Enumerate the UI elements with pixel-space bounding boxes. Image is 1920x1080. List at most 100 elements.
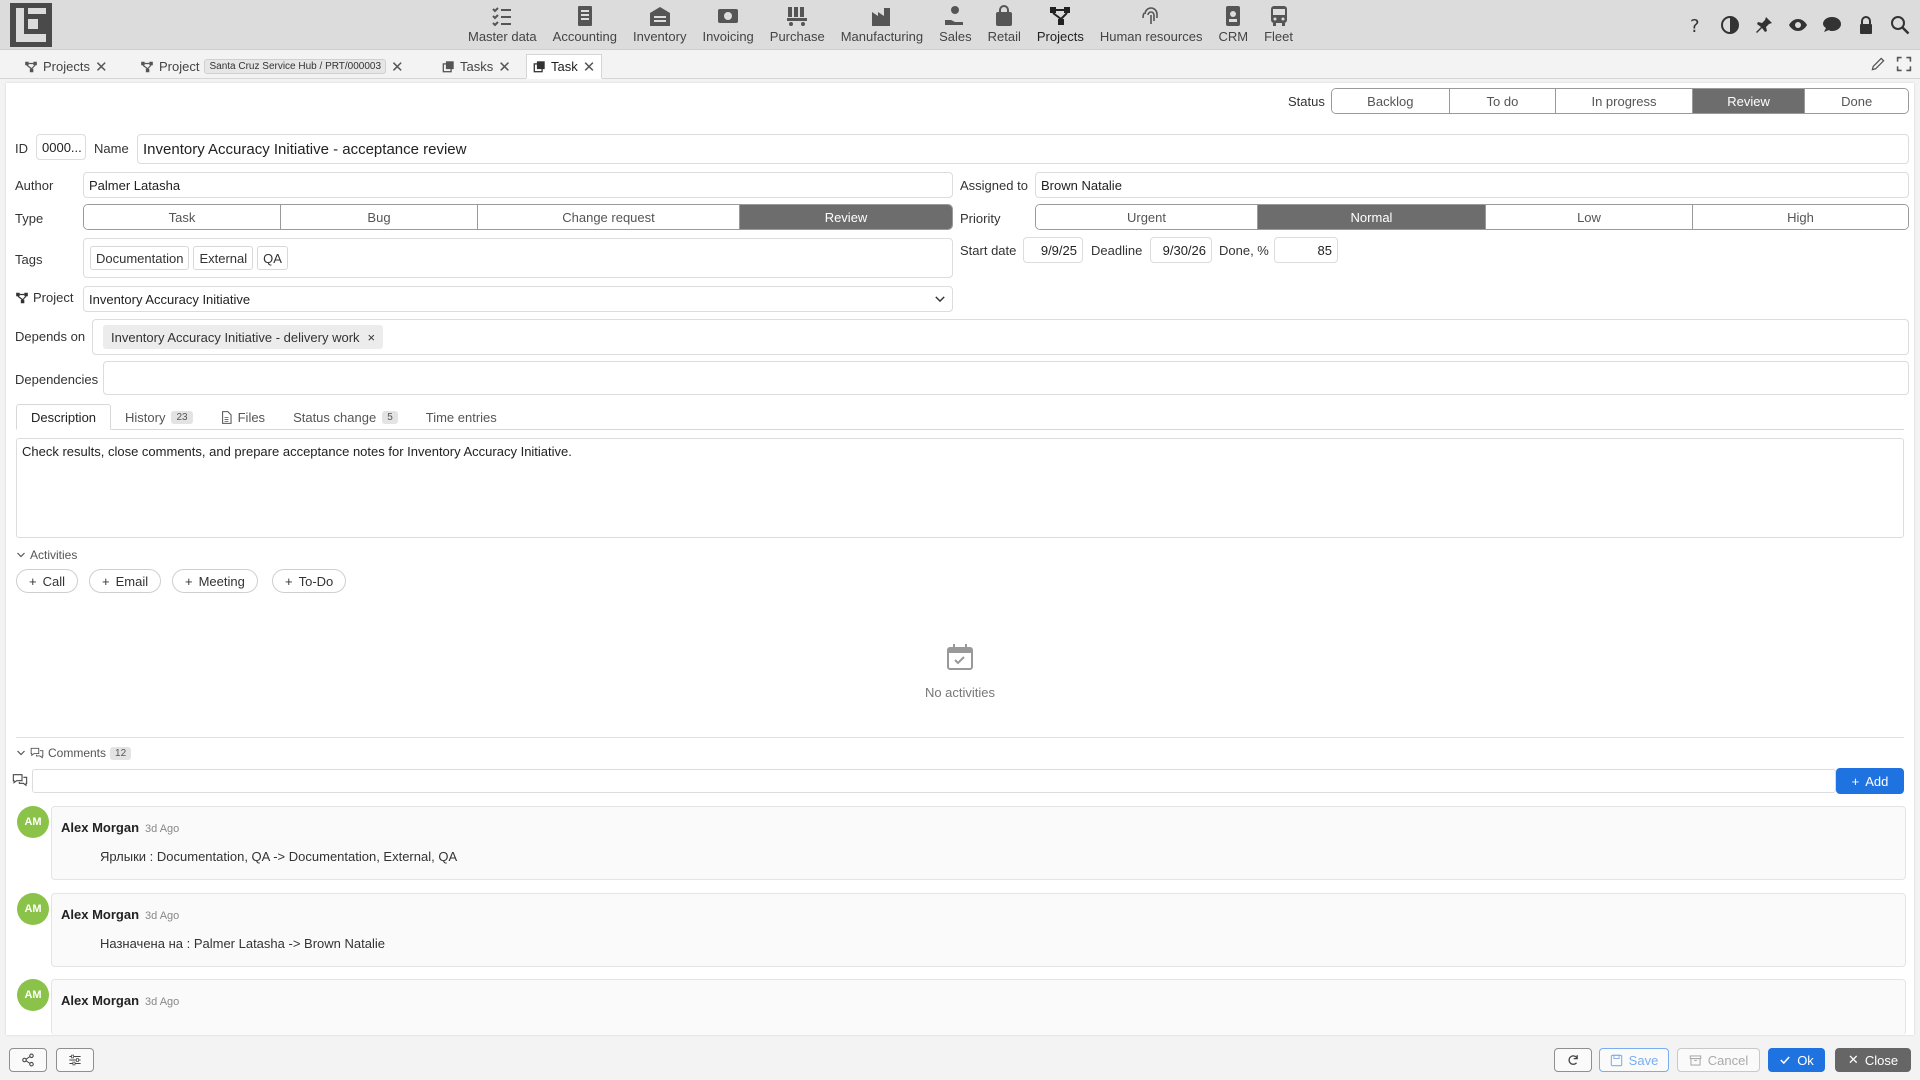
start-date-field[interactable]: 9/9/25 — [1023, 237, 1083, 263]
module-projects[interactable]: Projects — [1029, 0, 1092, 50]
module-crm[interactable]: CRM — [1210, 0, 1256, 50]
add-comment-button[interactable]: + Add — [1836, 768, 1904, 794]
done-percent-field[interactable]: 85 — [1274, 237, 1338, 263]
badge-icon — [1226, 6, 1241, 26]
module-accounting[interactable]: Accounting — [545, 0, 625, 50]
comment-author: Alex Morgan 3d Ago — [61, 820, 180, 835]
calendar-check-icon — [946, 643, 974, 674]
deadline-field[interactable]: 9/30/26 — [1150, 237, 1212, 263]
tag-chip[interactable]: QA — [257, 246, 288, 270]
description-textarea[interactable]: Check results, close comments, and prepa… — [16, 438, 1904, 538]
module-sales[interactable]: Sales — [931, 0, 980, 50]
tab-history[interactable]: History 23 — [111, 404, 207, 430]
depends-on-field[interactable]: Inventory Accuracy Initiative - delivery… — [92, 319, 1909, 355]
type-change-request[interactable]: Change request — [478, 205, 740, 229]
module-master-data[interactable]: Master data — [460, 0, 545, 50]
priority-high[interactable]: High — [1693, 205, 1908, 229]
project-label-wrap: Project — [15, 290, 73, 305]
tab-project[interactable]: Project Santa Cruz Service Hub / PRT/000… — [134, 54, 410, 79]
type-task[interactable]: Task — [84, 205, 281, 229]
app-logo-icon[interactable] — [10, 3, 52, 47]
fullscreen-icon[interactable] — [1896, 56, 1912, 72]
factory-icon — [871, 8, 890, 26]
bag-icon — [996, 5, 1013, 26]
close-button[interactable]: ✕ Close — [1835, 1048, 1911, 1072]
module-purchase[interactable]: Purchase — [762, 0, 833, 50]
priority-low[interactable]: Low — [1486, 205, 1693, 229]
cancel-button[interactable]: Cancel — [1677, 1048, 1760, 1072]
depends-on-chip-label: Inventory Accuracy Initiative - delivery… — [111, 329, 360, 345]
module-retail[interactable]: Retail — [980, 0, 1029, 50]
type-bug[interactable]: Bug — [281, 205, 478, 229]
tab-description[interactable]: Description — [16, 404, 112, 430]
tab-status-change[interactable]: Status change 5 — [279, 404, 412, 430]
close-tab-icon[interactable]: ✕ — [583, 58, 596, 76]
project-label: Project — [33, 290, 74, 305]
activities-header[interactable]: Activities — [16, 548, 77, 562]
help-icon[interactable]: ? — [1684, 13, 1708, 37]
lock-icon[interactable] — [1854, 13, 1878, 37]
status-to-do[interactable]: To do — [1449, 89, 1557, 113]
avatar: AM — [17, 806, 49, 838]
priority-normal[interactable]: Normal — [1258, 205, 1486, 229]
pin-icon[interactable] — [1752, 13, 1776, 37]
comment-body: Alex Morgan 3d Ago Ярлыки : Documentation… — [51, 806, 1906, 880]
search-icon[interactable] — [1888, 13, 1912, 37]
status-backlog[interactable]: Backlog — [1332, 89, 1450, 113]
id-field[interactable]: 0000... — [36, 134, 86, 160]
save-button[interactable]: Save — [1599, 1048, 1669, 1072]
theme-contrast-icon[interactable] — [1718, 13, 1742, 37]
module-fleet[interactable]: Fleet — [1256, 0, 1301, 50]
ok-button[interactable]: Ok — [1768, 1048, 1825, 1072]
comments-icon — [30, 747, 44, 759]
author-field[interactable]: Palmer Latasha — [83, 172, 953, 198]
close-tab-icon[interactable]: ✕ — [95, 58, 108, 76]
tab-files[interactable]: Files — [207, 404, 279, 430]
tag-chip[interactable]: Documentation — [90, 246, 190, 270]
status-review[interactable]: Review — [1692, 89, 1806, 113]
module-manufacturing[interactable]: Manufacturing — [833, 0, 931, 50]
share-button[interactable] — [9, 1048, 47, 1072]
comment-input[interactable] — [32, 769, 1836, 793]
status-done[interactable]: Done — [1805, 89, 1908, 113]
chat-icon[interactable] — [1820, 13, 1844, 37]
assigned-label: Assigned to — [960, 178, 1028, 193]
close-icon: ✕ — [1847, 1052, 1859, 1067]
comments-header[interactable]: Comments 12 — [16, 746, 132, 760]
add-email-button[interactable]: + Email — [89, 569, 162, 593]
tab-tasks[interactable]: Tasks ✕ — [436, 54, 517, 79]
add-meeting-button[interactable]: + Meeting — [172, 569, 258, 593]
eye-icon[interactable] — [1786, 13, 1810, 37]
priority-urgent[interactable]: Urgent — [1036, 205, 1258, 229]
type-review[interactable]: Review — [740, 205, 952, 229]
refresh-button[interactable] — [1554, 1048, 1592, 1072]
close-tab-icon[interactable]: ✕ — [498, 58, 511, 76]
add-call-button[interactable]: + Call — [16, 569, 78, 593]
bus-icon — [1270, 6, 1287, 26]
module-invoicing[interactable]: Invoicing — [694, 0, 761, 50]
project-select[interactable]: Inventory Accuracy Initiative — [83, 286, 953, 312]
history-count-badge: 23 — [171, 410, 193, 424]
status-in-progress[interactable]: In progress — [1556, 89, 1693, 113]
module-human-resources[interactable]: Human resources — [1092, 0, 1211, 50]
copy-icon — [442, 61, 454, 73]
tag-chip[interactable]: External — [193, 246, 254, 270]
tab-task[interactable]: Task ✕ — [526, 54, 603, 79]
name-field[interactable]: Inventory Accuracy Initiative - acceptan… — [137, 134, 1909, 164]
assigned-field[interactable]: Brown Natalie — [1035, 172, 1909, 198]
dependencies-field[interactable] — [103, 361, 1909, 395]
module-menu: Master data Accounting Inventory Invoici… — [460, 0, 1301, 50]
settings-button[interactable] — [56, 1048, 94, 1072]
tab-projects[interactable]: Projects ✕ — [18, 54, 114, 79]
comment-compose-icon — [12, 773, 28, 790]
remove-chip-icon[interactable]: × — [368, 330, 376, 345]
tab-time-entries[interactable]: Time entries — [412, 404, 511, 430]
add-todo-button[interactable]: + To-Do — [272, 569, 347, 593]
module-inventory[interactable]: Inventory — [625, 0, 694, 50]
pencil-icon[interactable] — [1870, 56, 1886, 72]
close-tab-icon[interactable]: ✕ — [391, 58, 404, 76]
depends-on-chip[interactable]: Inventory Accuracy Initiative - delivery… — [103, 325, 384, 349]
chevron-down-icon — [17, 750, 25, 756]
document-tabs: Projects ✕ Project Santa Cruz Service Hu… — [0, 51, 1920, 79]
tags-field[interactable]: Documentation External QA — [83, 238, 953, 278]
